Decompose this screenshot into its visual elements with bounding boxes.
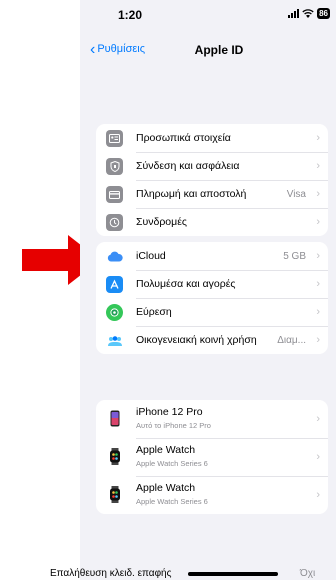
- row-family-sharing[interactable]: Οικογενειακή κοινή χρήση Διαμ... ›: [96, 326, 328, 354]
- row-device-watch-2[interactable]: Apple Watch Apple Watch Series 6 ›: [96, 476, 328, 514]
- wifi-icon: [302, 9, 314, 18]
- row-value: 5 GB: [283, 250, 306, 262]
- app-store-icon: [106, 276, 123, 293]
- device-name: iPhone 12 Pro: [136, 406, 203, 418]
- row-label: Οικογενειακή κοινή χρήση: [136, 334, 257, 346]
- contact-key-verification-value: Όχι: [300, 568, 316, 579]
- status-bar: 1:20 86: [80, 0, 336, 26]
- services-group: iCloud 5 GB › Πολυμέσα και αγορές › Εύρε…: [96, 242, 328, 354]
- row-device-watch-1[interactable]: Apple Watch Apple Watch Series 6 ›: [96, 438, 328, 476]
- apple-watch-icon: [106, 448, 123, 465]
- row-payment-shipping[interactable]: Πληρωμή και αποστολή Visa ›: [96, 180, 328, 208]
- contact-key-verification-label[interactable]: Επαλήθευση κλειδ. επαφής: [50, 568, 171, 579]
- row-sign-in-security[interactable]: Σύνδεση και ασφάλεια ›: [96, 152, 328, 180]
- row-value: Visa: [286, 188, 306, 200]
- row-label: Σύνδεση και ασφάλεια: [136, 160, 240, 172]
- row-label: iCloud: [136, 250, 166, 262]
- device-subtitle: Apple Watch Series 6: [136, 459, 208, 468]
- device-name: Apple Watch: [136, 482, 196, 494]
- apple-watch-icon: [106, 486, 123, 503]
- navigation-bar: ‹ Ρυθμίσεις Apple ID: [80, 38, 336, 62]
- row-subscriptions[interactable]: Συνδρομές ›: [96, 208, 328, 236]
- credit-card-icon: [106, 186, 123, 203]
- chevron-right-icon: ›: [316, 334, 320, 346]
- subscriptions-icon: [106, 214, 123, 231]
- row-device-iphone[interactable]: iPhone 12 Pro Αυτό το iPhone 12 Pro ›: [96, 400, 328, 438]
- chevron-right-icon: ›: [316, 451, 320, 463]
- status-time: 1:20: [118, 8, 143, 22]
- chevron-right-icon: ›: [316, 216, 320, 228]
- chevron-right-icon: ›: [316, 188, 320, 200]
- chevron-right-icon: ›: [316, 489, 320, 501]
- device-name: Apple Watch: [136, 444, 196, 456]
- row-media-purchases[interactable]: Πολυμέσα και αγορές ›: [96, 270, 328, 298]
- row-label: Προσωπικά στοιχεία: [136, 132, 231, 144]
- row-icloud[interactable]: iCloud 5 GB ›: [96, 242, 328, 270]
- row-label: Συνδρομές: [136, 216, 187, 228]
- family-sharing-icon: [106, 332, 123, 349]
- signal-icon: [288, 9, 300, 18]
- account-settings-group: Προσωπικά στοιχεία › Σύνδεση και ασφάλει…: [96, 124, 328, 236]
- row-find-my[interactable]: Εύρεση ›: [96, 298, 328, 326]
- iphone-screen: 1:20 86 ‹ Ρυθμίσεις Apple ID Προσωπικά σ…: [80, 0, 336, 580]
- page-title: Apple ID: [194, 43, 244, 57]
- devices-group: iPhone 12 Pro Αυτό το iPhone 12 Pro › Ap…: [96, 400, 328, 514]
- iphone-icon: [106, 410, 123, 427]
- battery-icon: 86: [317, 8, 330, 19]
- chevron-right-icon: ›: [316, 413, 320, 425]
- find-my-icon: [106, 304, 123, 321]
- row-label: Πολυμέσα και αγορές: [136, 278, 236, 290]
- chevron-right-icon: ›: [316, 306, 320, 318]
- shield-icon: [106, 158, 123, 175]
- chevron-right-icon: ›: [316, 250, 320, 262]
- chevron-right-icon: ›: [316, 160, 320, 172]
- icloud-icon: [106, 248, 123, 265]
- device-subtitle: Apple Watch Series 6: [136, 497, 208, 506]
- row-label: Πληρωμή και αποστολή: [136, 188, 247, 200]
- home-indicator: [188, 572, 278, 576]
- device-subtitle: Αυτό το iPhone 12 Pro: [136, 421, 211, 430]
- chevron-right-icon: ›: [316, 132, 320, 144]
- id-card-icon: [106, 130, 123, 147]
- status-icons: 86: [288, 8, 330, 19]
- chevron-right-icon: ›: [316, 278, 320, 290]
- row-personal-info[interactable]: Προσωπικά στοιχεία ›: [96, 124, 328, 152]
- row-label: Εύρεση: [136, 306, 172, 318]
- row-value: Διαμ...: [277, 334, 306, 346]
